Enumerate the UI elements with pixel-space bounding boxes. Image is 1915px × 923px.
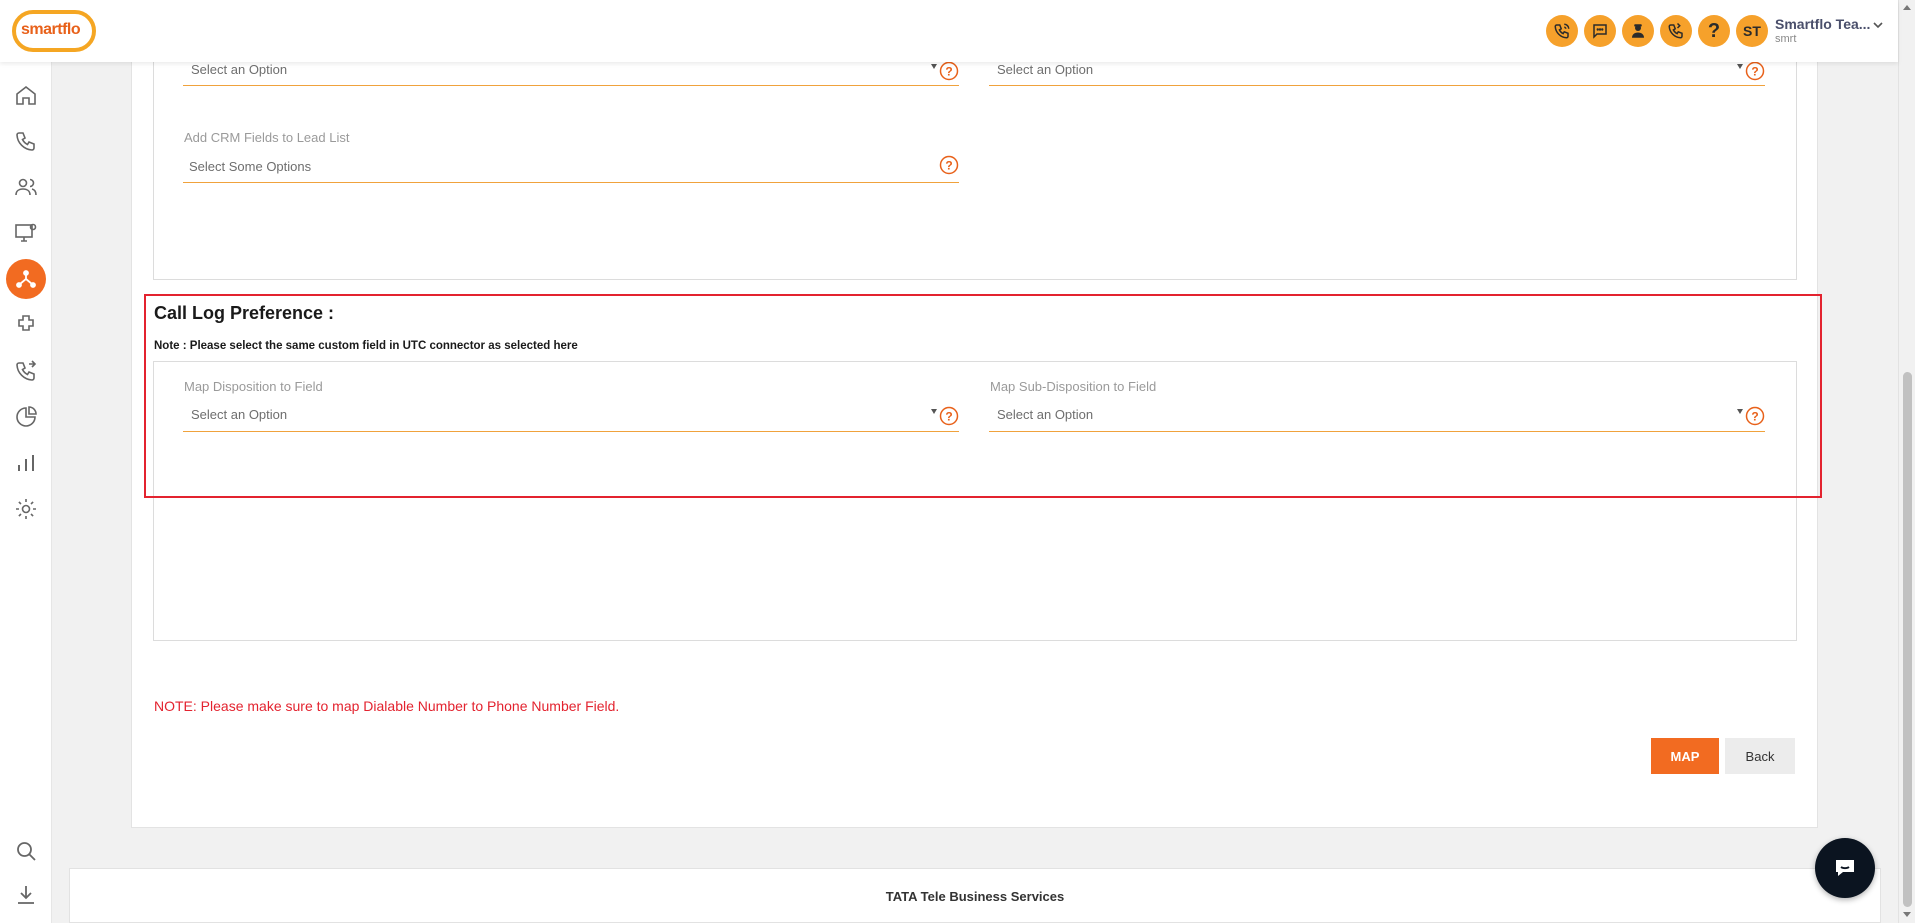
search-icon[interactable] [6, 831, 46, 871]
header-icon-group: ? ST [1546, 15, 1768, 47]
pie-chart-icon[interactable] [6, 397, 46, 437]
bar-chart-icon[interactable] [6, 443, 46, 483]
smartflo-logo[interactable]: smartflo [12, 10, 96, 52]
top-left-select-value: Select an Option [191, 62, 288, 77]
scroll-up-arrow-icon[interactable] [1903, 5, 1911, 10]
plugin-icon[interactable] [6, 305, 46, 345]
crm-fields-multiselect[interactable]: Select Some Options ? [183, 153, 959, 183]
chat-icon[interactable] [1815, 838, 1875, 898]
map-button[interactable]: MAP [1651, 738, 1719, 774]
user-menu[interactable]: Smartflo Tea... smrt [1775, 16, 1890, 45]
avatar[interactable]: ST [1736, 15, 1768, 47]
crm-fields-label: Add CRM Fields to Lead List [184, 130, 350, 145]
caret-down-icon [1737, 64, 1743, 69]
phone-icon[interactable] [6, 121, 46, 161]
dialable-number-note: NOTE: Please make sure to map Dialable N… [154, 698, 620, 714]
help-glyph: ? [1707, 19, 1721, 42]
call-routing-icon[interactable] [6, 351, 46, 391]
footer-text: TATA Tele Business Services [885, 889, 1065, 904]
help-icon[interactable]: ? [1698, 15, 1730, 47]
svg-text:?: ? [1751, 65, 1758, 79]
help-circle-icon[interactable]: ? [1745, 61, 1765, 81]
logo-text: smartflo [21, 21, 81, 38]
sms-icon[interactable] [1584, 15, 1616, 47]
monitor-settings-icon[interactable] [6, 213, 46, 253]
agent-icon[interactable] [1622, 15, 1654, 47]
scrollbar-thumb[interactable] [1903, 372, 1912, 907]
caret-down-icon [931, 64, 937, 69]
help-circle-icon[interactable]: ? [939, 61, 959, 81]
sidebar [0, 62, 52, 923]
help-circle-icon[interactable]: ? [939, 155, 959, 175]
svg-text:?: ? [945, 159, 952, 173]
users-icon[interactable] [6, 167, 46, 207]
scroll-down-arrow-icon[interactable] [1903, 912, 1911, 917]
back-button[interactable]: Back [1725, 738, 1795, 774]
home-icon[interactable] [6, 75, 46, 115]
settings-icon[interactable] [6, 489, 46, 529]
footer: TATA Tele Business Services [69, 868, 1881, 923]
download-icon[interactable] [6, 875, 46, 915]
user-subtitle: smrt [1775, 33, 1797, 45]
top-right-select-value: Select an Option [997, 62, 1094, 77]
crm-fields-placeholder: Select Some Options [189, 159, 312, 174]
highlight-box [144, 294, 1822, 498]
chevron-down-icon[interactable] [1872, 19, 1884, 31]
top-header: smartflo ? ST Smartflo Tea... smrt [0, 0, 1898, 62]
vertical-scrollbar[interactable] [1898, 0, 1915, 923]
svg-text:?: ? [945, 65, 952, 79]
call-icon[interactable] [1546, 15, 1578, 47]
phone-ring-icon[interactable] [1660, 15, 1692, 47]
integrations-icon[interactable] [6, 259, 46, 299]
